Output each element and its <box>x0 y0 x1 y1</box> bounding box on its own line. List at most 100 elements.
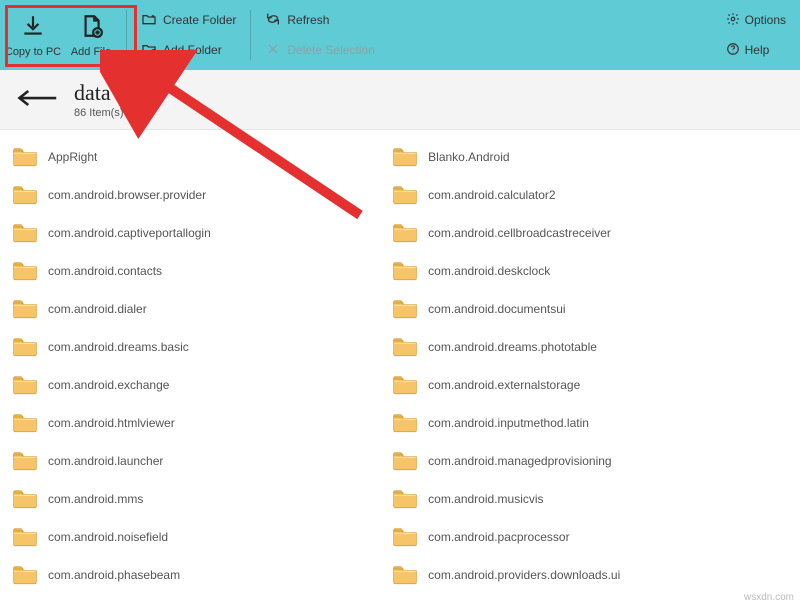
folder-icon <box>12 373 38 398</box>
folder-row[interactable]: com.android.dialer <box>8 290 388 328</box>
folder-name: com.android.externalstorage <box>428 378 580 392</box>
delete-icon <box>265 41 281 60</box>
folder-row[interactable]: com.android.mms <box>8 480 388 518</box>
folder-icon <box>12 487 38 512</box>
folder-icon <box>12 525 38 550</box>
folder-name: com.android.htmlviewer <box>48 416 175 430</box>
folder-row[interactable]: com.android.documentsui <box>388 290 768 328</box>
folder-icon <box>392 525 418 550</box>
copy-to-pc-button[interactable]: Copy to PC <box>4 4 62 66</box>
help-label: Help <box>745 43 770 57</box>
add-file-button[interactable]: Add File <box>62 4 120 66</box>
path-bar: data 86 Item(s) <box>0 70 800 130</box>
folder-row[interactable]: com.android.inputmethod.latin <box>388 404 768 442</box>
folder-name: com.android.dialer <box>48 302 147 316</box>
listing-col-1: AppRight com.android.browser.provider co… <box>8 138 388 594</box>
folder-icon <box>12 183 38 208</box>
refresh-label: Refresh <box>287 13 329 27</box>
folder-row[interactable]: com.android.htmlviewer <box>8 404 388 442</box>
folder-icon <box>392 487 418 512</box>
folder-name: AppRight <box>48 150 97 164</box>
folder-row[interactable]: com.android.providers.downloads.ui <box>388 556 768 594</box>
back-button[interactable] <box>14 85 60 115</box>
folder-icon <box>392 297 418 322</box>
options-button[interactable]: Options <box>720 8 792 32</box>
folder-row[interactable]: com.android.captiveportallogin <box>8 214 388 252</box>
folder-plus-icon <box>141 11 157 30</box>
folder-row[interactable]: com.android.phasebeam <box>8 556 388 594</box>
folder-row[interactable]: com.android.deskclock <box>388 252 768 290</box>
toolbar-group-primary: Copy to PC Add File <box>4 4 120 66</box>
folder-title: data <box>74 80 124 106</box>
toolbar-separator <box>126 10 127 60</box>
folder-row[interactable]: com.android.externalstorage <box>388 366 768 404</box>
folder-name: com.android.exchange <box>48 378 169 392</box>
toolbar-group-right: Options Help <box>720 4 792 66</box>
folder-row[interactable]: com.android.cellbroadcastreceiver <box>388 214 768 252</box>
delete-selection-button[interactable]: Delete Selection <box>261 38 378 62</box>
folder-row[interactable]: com.android.pacprocessor <box>388 518 768 556</box>
help-button[interactable]: Help <box>720 38 792 62</box>
folder-name: com.android.launcher <box>48 454 163 468</box>
folder-row[interactable]: Blanko.Android <box>388 138 768 176</box>
folder-icon <box>392 221 418 246</box>
folder-name: com.android.phasebeam <box>48 568 180 582</box>
folder-row[interactable]: com.android.exchange <box>8 366 388 404</box>
folder-name: com.android.browser.provider <box>48 188 206 202</box>
listing-columns: AppRight com.android.browser.provider co… <box>8 138 800 594</box>
listing-col-2: Blanko.Android com.android.calculator2 c… <box>388 138 768 594</box>
refresh-button[interactable]: Refresh <box>261 8 378 32</box>
listing-scroll[interactable]: AppRight com.android.browser.provider co… <box>0 130 800 607</box>
folder-icon <box>392 373 418 398</box>
add-file-label: Add File <box>71 46 111 58</box>
arrow-left-icon <box>16 87 58 112</box>
create-folder-button[interactable]: Create Folder <box>137 8 240 32</box>
folder-name: com.android.calculator2 <box>428 188 555 202</box>
folder-icon <box>12 297 38 322</box>
folder-name: com.android.dreams.phototable <box>428 340 597 354</box>
options-label: Options <box>745 13 786 27</box>
folder-row[interactable]: com.android.calculator2 <box>388 176 768 214</box>
add-folder-button[interactable]: Add Folder <box>137 38 240 62</box>
folder-icon <box>392 183 418 208</box>
folder-name: com.android.managedprovisioning <box>428 454 611 468</box>
help-icon <box>726 42 740 59</box>
folder-row[interactable]: com.android.noisefield <box>8 518 388 556</box>
copy-to-pc-label: Copy to PC <box>5 46 61 58</box>
toolbar-separator <box>250 10 251 60</box>
download-icon <box>20 13 46 42</box>
path-text: data 86 Item(s) <box>74 80 124 119</box>
folder-row[interactable]: AppRight <box>8 138 388 176</box>
folder-name: com.android.cellbroadcastreceiver <box>428 226 611 240</box>
folder-name: com.android.captiveportallogin <box>48 226 211 240</box>
folder-icon <box>12 449 38 474</box>
folder-name: com.android.noisefield <box>48 530 168 544</box>
create-folder-label: Create Folder <box>163 13 236 27</box>
folder-icon <box>12 335 38 360</box>
folder-name: com.android.deskclock <box>428 264 550 278</box>
folder-icon <box>12 145 38 170</box>
folder-row[interactable]: com.android.dreams.phototable <box>388 328 768 366</box>
folder-row[interactable]: com.android.contacts <box>8 252 388 290</box>
folder-row[interactable]: com.android.managedprovisioning <box>388 442 768 480</box>
toolbar: Copy to PC Add File Create Folder <box>0 0 800 70</box>
folder-row[interactable]: com.android.dreams.basic <box>8 328 388 366</box>
folder-icon <box>392 259 418 284</box>
refresh-icon <box>265 11 281 30</box>
folder-add-icon <box>141 41 157 60</box>
folder-row[interactable]: com.android.browser.provider <box>8 176 388 214</box>
folder-icon <box>392 449 418 474</box>
folder-name: com.android.providers.downloads.ui <box>428 568 620 582</box>
watermark: wsxdn.com <box>744 592 794 603</box>
folder-icon <box>392 563 418 588</box>
folder-row[interactable]: com.android.musicvis <box>388 480 768 518</box>
folder-row[interactable]: com.android.launcher <box>8 442 388 480</box>
folder-icon <box>12 259 38 284</box>
folder-name: com.android.inputmethod.latin <box>428 416 589 430</box>
folder-name: com.android.documentsui <box>428 302 565 316</box>
toolbar-group-actions: Refresh Delete Selection <box>257 4 382 66</box>
toolbar-group-folder: Create Folder Add Folder <box>133 4 244 66</box>
folder-name: com.android.dreams.basic <box>48 340 189 354</box>
folder-name: com.android.pacprocessor <box>428 530 569 544</box>
folder-name: com.android.contacts <box>48 264 162 278</box>
